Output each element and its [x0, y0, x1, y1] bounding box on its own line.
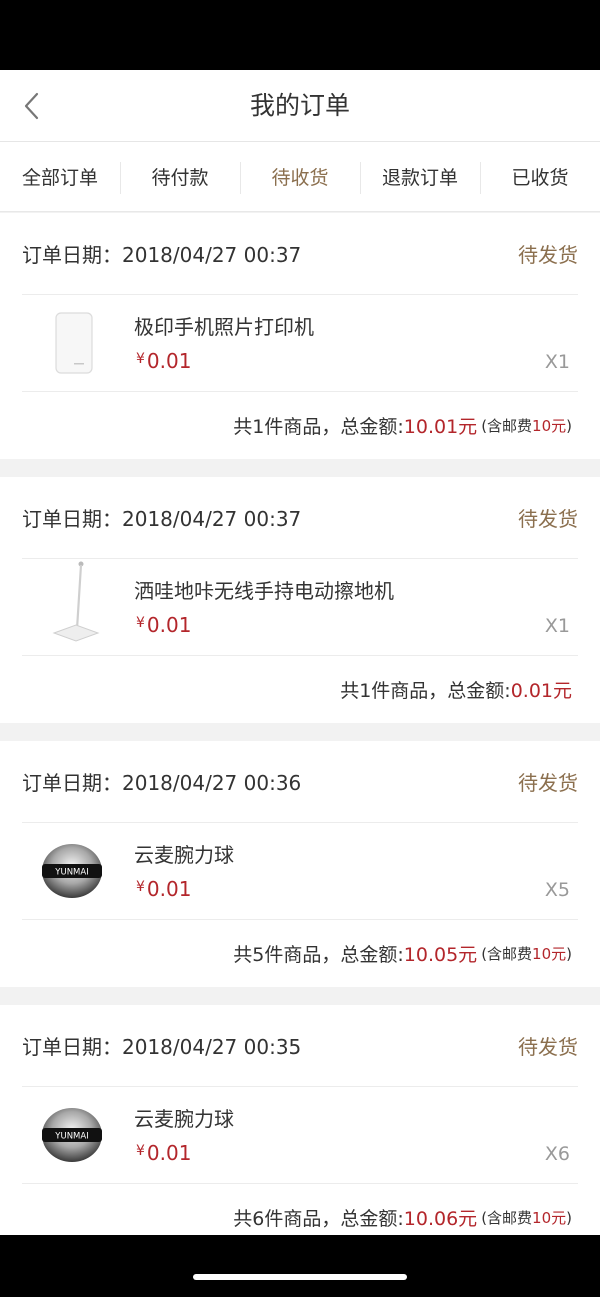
item-price-value: 0.01 — [146, 877, 192, 901]
order-item[interactable]: YUNMAI 云麦腕力球 ¥0.01 X5 — [22, 823, 578, 920]
wrist-ball-thumbnail: YUNMAI — [36, 1099, 108, 1171]
home-indicator[interactable] — [193, 1274, 407, 1280]
total-amount: 10.01元 — [403, 416, 478, 438]
brand-label: YUNMAI — [54, 1132, 88, 1142]
item-price-value: 0.01 — [146, 1141, 192, 1165]
order-status: 待发货 — [518, 243, 578, 267]
status-bar — [0, 0, 600, 70]
shipping-note: (含邮费10元) — [481, 943, 572, 964]
order-summary: 共1件商品，总金额: 10.01元 (含邮费10元) — [22, 392, 572, 459]
photo-printer-thumbnail — [36, 307, 108, 379]
currency-symbol: ¥ — [136, 1143, 145, 1159]
bottom-safe-area — [0, 1235, 600, 1297]
item-quantity: X1 — [544, 351, 570, 373]
tab-pending-payment[interactable]: 待付款 — [120, 142, 240, 211]
order-status: 待发货 — [518, 1035, 578, 1059]
shipping-prefix: (含邮费 — [481, 417, 533, 435]
order-card[interactable]: 订单日期：2018/04/27 00:37 待发货 极印手机照片打印机 ¥0.0… — [0, 213, 600, 459]
summary-text: 共6件商品，总金额: — [233, 1208, 404, 1230]
shipping-fee: 10元 — [532, 1209, 567, 1227]
item-name: 洒哇地咔无线手持电动擦地机 — [134, 579, 394, 603]
total-amount: 0.01元 — [510, 680, 572, 702]
page-title: 我的订单 — [249, 91, 350, 120]
tab-pending-receipt[interactable]: 待收货 — [240, 142, 360, 211]
order-item[interactable]: 极印手机照片打印机 ¥0.01 X1 — [22, 295, 578, 392]
item-name: 极印手机照片打印机 — [134, 315, 314, 339]
item-price: ¥0.01 — [136, 349, 191, 373]
item-quantity: X6 — [544, 1143, 570, 1165]
order-summary: 共1件商品，总金额: 0.01元 — [22, 656, 572, 723]
currency-symbol: ¥ — [136, 351, 145, 367]
nav-bar: 我的订单 — [0, 70, 600, 142]
order-list: 订单日期：2018/04/27 00:37 待发货 极印手机照片打印机 ¥0.0… — [0, 213, 600, 1235]
currency-symbol: ¥ — [136, 615, 145, 631]
shipping-suffix: ) — [566, 417, 572, 435]
order-card[interactable]: 订单日期：2018/04/27 00:36 待发货 YUNMAI 云麦腕力球 ¥… — [0, 741, 600, 987]
order-status: 待发货 — [518, 771, 578, 795]
shipping-prefix: (含邮费 — [481, 945, 533, 963]
order-date: 订单日期：2018/04/27 00:37 — [22, 507, 302, 531]
shipping-prefix: (含邮费 — [481, 1209, 533, 1227]
item-price-value: 0.01 — [146, 349, 192, 373]
shipping-suffix: ) — [566, 1209, 572, 1227]
tab-all-orders[interactable]: 全部订单 — [0, 142, 120, 211]
shipping-fee: 10元 — [532, 417, 567, 435]
order-date: 订单日期：2018/04/27 00:35 — [22, 1035, 302, 1059]
order-header: 订单日期：2018/04/27 00:37 待发货 — [22, 477, 578, 559]
order-header: 订单日期：2018/04/27 00:35 待发货 — [22, 1005, 578, 1087]
mop-thumbnail — [36, 561, 108, 643]
shipping-note: (含邮费10元) — [481, 415, 572, 436]
order-header: 订单日期：2018/04/27 00:36 待发货 — [22, 741, 578, 823]
item-price-value: 0.01 — [146, 613, 192, 637]
item-name: 云麦腕力球 — [134, 843, 234, 867]
summary-text: 共1件商品，总金额: — [340, 680, 511, 702]
item-price: ¥0.01 — [136, 877, 191, 901]
item-price: ¥0.01 — [136, 613, 191, 637]
order-status: 待发货 — [518, 507, 578, 531]
order-date: 订单日期：2018/04/27 00:37 — [22, 243, 302, 267]
tab-refund-orders[interactable]: 退款订单 — [360, 142, 480, 211]
tab-received[interactable]: 已收货 — [480, 142, 600, 211]
order-card[interactable]: 订单日期：2018/04/27 00:35 待发货 YUNMAI 云麦腕力球 ¥… — [0, 1005, 600, 1235]
order-tabs: 全部订单 待付款 待收货 退款订单 已收货 — [0, 142, 600, 212]
shipping-note: (含邮费10元) — [481, 1207, 572, 1228]
wrist-ball-thumbnail: YUNMAI — [36, 835, 108, 907]
item-quantity: X1 — [544, 615, 570, 637]
brand-label: YUNMAI — [54, 868, 88, 878]
shipping-fee: 10元 — [532, 945, 567, 963]
total-amount: 10.05元 — [403, 944, 478, 966]
order-item[interactable]: 洒哇地咔无线手持电动擦地机 ¥0.01 X1 — [22, 559, 578, 656]
orders-screen: 我的订单 全部订单 待付款 待收货 退款订单 已收货 订单日期：2018/04/… — [0, 70, 600, 1235]
summary-text: 共5件商品，总金额: — [233, 944, 404, 966]
order-header: 订单日期：2018/04/27 00:37 待发货 — [22, 213, 578, 295]
order-summary: 共6件商品，总金额: 10.06元 (含邮费10元) — [22, 1184, 572, 1235]
summary-text: 共1件商品，总金额: — [233, 416, 404, 438]
item-price: ¥0.01 — [136, 1141, 191, 1165]
order-card[interactable]: 订单日期：2018/04/27 00:37 待发货 洒哇地咔无线手持电动擦地机 … — [0, 477, 600, 723]
item-quantity: X5 — [544, 879, 570, 901]
order-date: 订单日期：2018/04/27 00:36 — [22, 771, 302, 795]
currency-symbol: ¥ — [136, 879, 145, 895]
order-item[interactable]: YUNMAI 云麦腕力球 ¥0.01 X6 — [22, 1087, 578, 1184]
item-name: 云麦腕力球 — [134, 1107, 234, 1131]
total-amount: 10.06元 — [403, 1208, 478, 1230]
shipping-suffix: ) — [566, 945, 572, 963]
order-summary: 共5件商品，总金额: 10.05元 (含邮费10元) — [22, 920, 572, 987]
